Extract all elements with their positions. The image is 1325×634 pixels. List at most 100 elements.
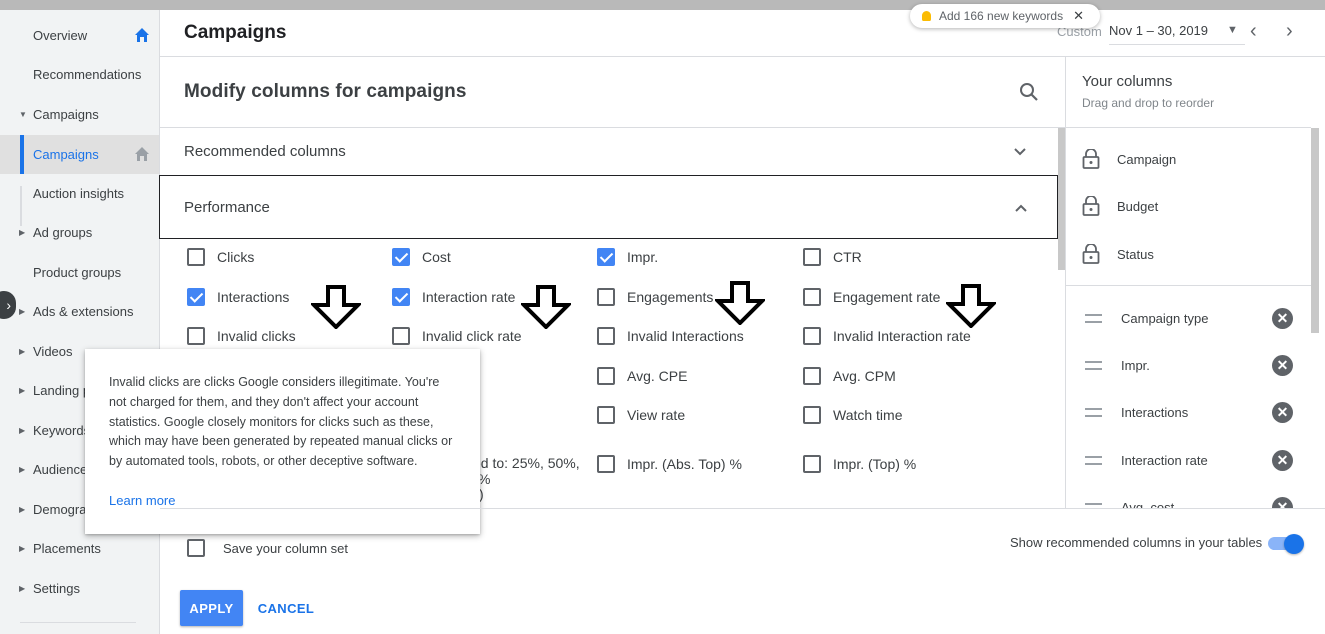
column-option-invalid-interaction-rate[interactable]: Invalid Interaction rate [803, 327, 971, 345]
column-option-invalid-clicks[interactable]: Invalid clicks [187, 327, 296, 345]
sidebar-item-label: Landing p [33, 383, 91, 398]
checkbox[interactable] [187, 539, 205, 557]
column-option-avg-cpe[interactable]: Avg. CPE [597, 367, 687, 385]
caret-down-icon: ▼ [19, 110, 27, 119]
checkbox[interactable] [597, 248, 615, 266]
remove-icon[interactable]: ✕ [1272, 450, 1293, 471]
notification-text: Add 166 new keywords [939, 9, 1064, 23]
search-icon[interactable] [1018, 81, 1040, 103]
column-option-interactions[interactable]: Interactions [187, 288, 289, 306]
checkbox[interactable] [597, 367, 615, 385]
cancel-button[interactable]: CANCEL [252, 590, 320, 626]
checkbox[interactable] [187, 248, 205, 266]
caret-right-icon: ▶ [19, 505, 26, 514]
checkbox[interactable] [803, 455, 821, 473]
drag-handle-icon[interactable] [1085, 456, 1102, 465]
movable-column-interaction-rate[interactable]: Interaction rate ✕ [1085, 450, 1295, 472]
remove-icon[interactable]: ✕ [1272, 497, 1293, 508]
keyword-notification[interactable]: Add 166 new keywords ✕ [910, 4, 1100, 28]
date-underline [1109, 44, 1245, 45]
date-range-selector[interactable]: Nov 1 – 30, 2019 [1109, 23, 1208, 38]
remove-icon[interactable]: ✕ [1272, 308, 1293, 329]
movable-column-interactions[interactable]: Interactions ✕ [1085, 402, 1295, 424]
sidebar-item-settings[interactable]: ▶ Settings [0, 569, 159, 608]
column-option-impr-top[interactable]: Impr. (Top) % [803, 455, 916, 473]
column-option-interaction-rate[interactable]: Interaction rate [392, 288, 515, 306]
chevron-up-icon [1015, 204, 1027, 212]
movable-column-campaign-type[interactable]: Campaign type ✕ [1085, 308, 1295, 330]
checkbox[interactable] [803, 406, 821, 424]
sidebar-item-label: Campaigns [33, 147, 99, 162]
drag-handle-icon[interactable] [1085, 361, 1102, 370]
sidebar-item-overview[interactable]: Overview [0, 16, 159, 55]
column-option-watch-time[interactable]: Watch time [803, 406, 903, 424]
locked-column-campaign: Campaign [1082, 149, 1176, 169]
column-option-invalid-interactions[interactable]: Invalid Interactions [597, 327, 744, 345]
column-option-impr-abs-top[interactable]: Impr. (Abs. Top) % [597, 455, 742, 473]
column-option-avg-cpm[interactable]: Avg. CPM [803, 367, 896, 385]
checkbox[interactable] [803, 248, 821, 266]
column-option-impr[interactable]: Impr. [597, 248, 658, 266]
remove-icon[interactable]: ✕ [1272, 402, 1293, 423]
sidebar-item-campaigns-group[interactable]: ▼ Campaigns [0, 95, 159, 134]
checkbox[interactable] [597, 327, 615, 345]
column-name: Avg. cost [1121, 500, 1175, 508]
column-option-engagements[interactable]: Engagements [597, 288, 713, 306]
column-option-engagement-rate[interactable]: Engagement rate [803, 288, 940, 306]
checkbox[interactable] [597, 288, 615, 306]
checkbox[interactable] [392, 248, 410, 266]
checkbox[interactable] [803, 327, 821, 345]
dropdown-arrow-icon[interactable]: ▼ [1227, 24, 1238, 36]
your-columns-title: Your columns [1082, 73, 1173, 90]
checkbox[interactable] [187, 288, 205, 306]
caret-right-icon: ▶ [19, 584, 26, 593]
checkbox[interactable] [803, 367, 821, 385]
drag-handle-icon[interactable] [1085, 314, 1102, 323]
checkbox[interactable] [597, 406, 615, 424]
column-name: Campaign [1117, 151, 1177, 167]
column-option-label: Avg. CPE [627, 368, 688, 384]
caret-right-icon: ▶ [19, 228, 26, 237]
sidebar-item-campaigns[interactable]: Campaigns [0, 135, 159, 174]
column-option-label: Interaction rate [422, 289, 516, 305]
remove-icon[interactable]: ✕ [1272, 355, 1293, 376]
sidebar-item-ads-extensions[interactable]: ▶ Ads & extensions [0, 292, 159, 331]
column-option-cost[interactable]: Cost [392, 248, 451, 266]
column-option-label: Engagements [627, 289, 714, 305]
drag-handle-icon[interactable] [1085, 408, 1102, 417]
movable-column-impr[interactable]: Impr. ✕ [1085, 355, 1295, 377]
your-columns-hint: Drag and drop to reorder [1082, 96, 1215, 110]
column-option-invalid-click-rate[interactable]: Invalid click rate [392, 327, 522, 345]
close-icon[interactable]: ✕ [1073, 8, 1084, 24]
checkbox[interactable] [803, 288, 821, 306]
sidebar-item-auction-insights[interactable]: Auction insights [0, 174, 159, 213]
sidebar-item-label: Product groups [33, 265, 122, 280]
sidebar-item-ad-groups[interactable]: ▶ Ad groups [0, 213, 159, 252]
column-name: Status [1117, 246, 1154, 262]
checkbox[interactable] [187, 327, 205, 345]
scrollbar[interactable] [1311, 128, 1319, 333]
checkbox[interactable] [392, 288, 410, 306]
learn-more-link[interactable]: Learn more [109, 493, 175, 508]
down-arrow-annotation-icon [521, 285, 571, 329]
locked-column-status: Status [1082, 244, 1154, 264]
movable-column-avg-cost[interactable]: Avg. cost ✕ [1085, 497, 1295, 508]
scrollbar[interactable] [1058, 128, 1065, 270]
apply-button[interactable]: APPLY [180, 590, 243, 626]
sidebar-item-placements[interactable]: ▶ Placements [0, 529, 159, 568]
performance-section[interactable]: Performance [159, 175, 1058, 239]
checkbox[interactable] [597, 455, 615, 473]
column-option-ctr[interactable]: CTR [803, 248, 862, 266]
sidebar-item-recommendations[interactable]: Recommendations [0, 55, 159, 94]
show-recommended-toggle[interactable] [1268, 534, 1304, 554]
checkbox[interactable] [392, 327, 410, 345]
save-column-set-option[interactable]: Save your column set [187, 539, 348, 557]
column-option-label: Engagement rate [833, 289, 941, 305]
next-period-icon[interactable]: › [1286, 20, 1293, 43]
recommended-columns-section[interactable]: Recommended columns [160, 128, 1058, 175]
sidebar-item-product-groups[interactable]: Product groups [0, 253, 159, 292]
column-option-clicks[interactable]: Clicks [187, 248, 254, 266]
column-option-view-rate[interactable]: View rate [597, 406, 685, 424]
previous-period-icon[interactable]: ‹ [1250, 20, 1257, 43]
section-label: Performance [184, 199, 270, 216]
